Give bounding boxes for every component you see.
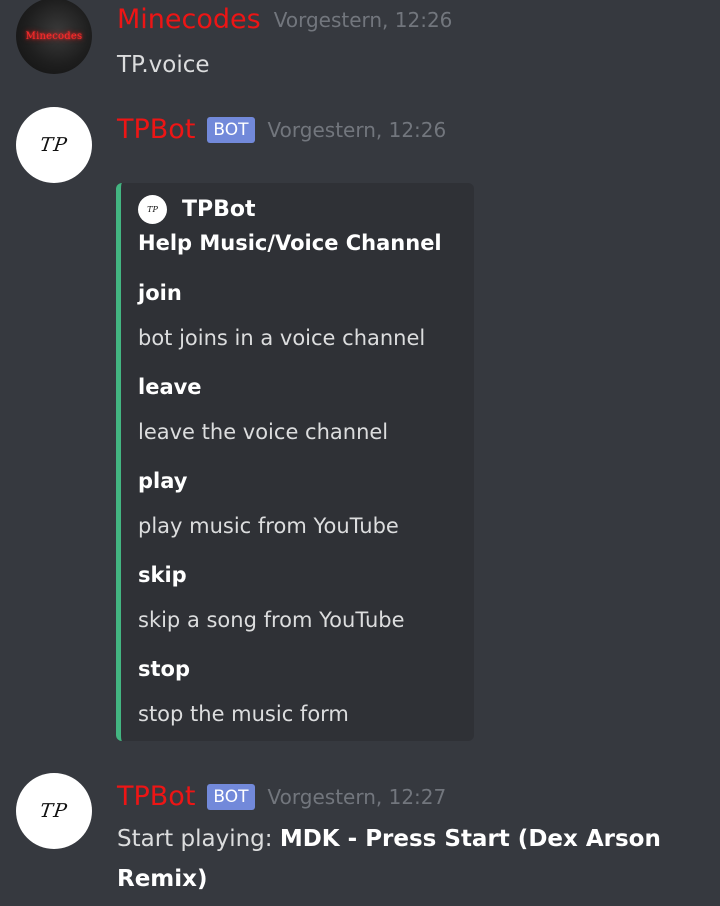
embed-field-name: join <box>138 281 182 305</box>
avatar-logo-text: TP <box>38 800 70 822</box>
embed-field-name: stop <box>138 657 190 681</box>
message-text: Start playing: MDK - Press Start (Dex Ar… <box>117 819 661 899</box>
embed-title: Help Music/Voice Channel <box>138 231 442 255</box>
message-text: TP.voice <box>117 52 210 78</box>
embed-author-icon: TP <box>138 195 167 224</box>
song-title: MDK - Press Start (Dex Arson <box>279 826 661 852</box>
embed-field-value: bot joins in a voice channel <box>138 326 426 350</box>
embed-author: TP TPBot <box>138 195 256 224</box>
embed-field-value: skip a song from YouTube <box>138 608 405 632</box>
help-embed: TP TPBot Help Music/Voice Channel join b… <box>116 183 474 741</box>
avatar-tpbot[interactable]: TP <box>16 773 92 849</box>
song-title-continued: Remix) <box>117 866 208 892</box>
avatar-minecodes[interactable]: Minecodes <box>16 0 92 74</box>
avatar-tpbot[interactable]: TP <box>16 107 92 183</box>
username[interactable]: Minecodes <box>117 4 261 36</box>
message-text-prefix: Start playing: <box>117 826 280 852</box>
username[interactable]: TPBot <box>117 114 195 146</box>
timestamp[interactable]: Vorgestern, 12:26 <box>274 8 453 32</box>
timestamp[interactable]: Vorgestern, 12:27 <box>268 785 447 809</box>
username[interactable]: TPBot <box>117 781 195 813</box>
bot-badge: BOT <box>207 117 255 143</box>
message-header: Minecodes Vorgestern, 12:26 <box>117 4 452 36</box>
embed-field-name: leave <box>138 375 202 399</box>
embed-author-icon-text: TP <box>147 205 158 214</box>
avatar-logo-text: TP <box>38 134 70 156</box>
embed-field-value: leave the voice channel <box>138 420 389 444</box>
embed-field-name: skip <box>138 563 187 587</box>
bot-badge: BOT <box>207 784 255 810</box>
embed-author-name: TPBot <box>182 197 256 222</box>
embed-field-value: play music from YouTube <box>138 514 399 538</box>
avatar-logo-text: Minecodes <box>25 30 83 42</box>
message-header: TPBot BOT Vorgestern, 12:26 <box>117 114 446 146</box>
message-header: TPBot BOT Vorgestern, 12:27 <box>117 781 446 813</box>
embed-field-name: play <box>138 469 188 493</box>
embed-field-value: stop the music form <box>138 702 349 726</box>
timestamp[interactable]: Vorgestern, 12:26 <box>268 118 447 142</box>
